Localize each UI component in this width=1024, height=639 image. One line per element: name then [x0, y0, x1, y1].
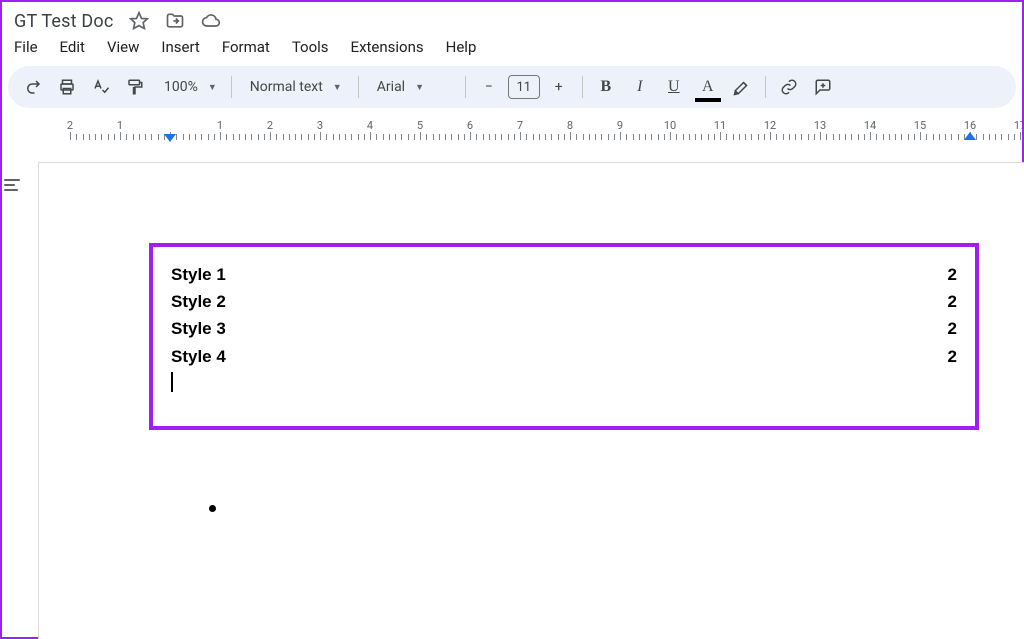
ruler-number: 2 — [267, 119, 273, 132]
toc-row[interactable]: Style 3 2 — [171, 315, 957, 342]
paragraph-style-select[interactable]: Normal text▼ — [240, 79, 350, 95]
left-indent-marker[interactable] — [164, 134, 176, 142]
ruler-number: 1 — [217, 119, 223, 132]
ruler-number: 9 — [617, 119, 623, 132]
toolbar: 100%▼ Normal text▼ Arial▼ − 11 + B I U A — [8, 66, 1016, 108]
font-family-select[interactable]: Arial▼ — [367, 79, 457, 95]
ruler-number: 4 — [367, 119, 373, 132]
toc-page: 2 — [948, 343, 957, 370]
toc-page: 2 — [948, 261, 957, 288]
ruler-number: 16 — [964, 119, 976, 132]
menu-insert[interactable]: Insert — [161, 38, 199, 56]
move-folder-icon[interactable] — [164, 10, 186, 32]
increase-font-size-button[interactable]: + — [544, 72, 574, 102]
font-family-value: Arial — [377, 79, 405, 95]
cloud-status-icon[interactable] — [200, 10, 222, 32]
ruler-number: 6 — [467, 119, 473, 132]
add-comment-button[interactable] — [808, 72, 838, 102]
ruler[interactable]: 211234567891011121314151617 — [2, 114, 1022, 142]
underline-button[interactable]: U — [659, 72, 689, 102]
italic-button[interactable]: I — [625, 72, 655, 102]
page[interactable]: Style 1 2 Style 2 2 Style 3 2 Style 4 2 — [38, 162, 1024, 639]
zoom-select[interactable]: 100%▼ — [154, 79, 223, 95]
toc-row[interactable]: Style 4 2 — [171, 343, 957, 370]
zoom-value: 100% — [164, 79, 198, 95]
ruler-number: 2 — [67, 119, 73, 132]
toc-row[interactable]: Style 1 2 — [171, 261, 957, 288]
menu-view[interactable]: View — [107, 38, 139, 56]
ruler-number: 10 — [664, 119, 676, 132]
separator — [231, 76, 232, 98]
bullet-icon — [209, 505, 216, 512]
menu-bar: File Edit View Insert Format Tools Exten… — [2, 34, 1022, 66]
ruler-number: 14 — [864, 119, 876, 132]
menu-format[interactable]: Format — [222, 38, 270, 56]
separator — [358, 76, 359, 98]
ruler-number: 15 — [914, 119, 926, 132]
toc-title: Style 3 — [171, 315, 226, 342]
ruler-number: 12 — [764, 119, 776, 132]
outline-toggle-icon[interactable] — [4, 176, 20, 194]
toc-title: Style 4 — [171, 343, 226, 370]
bold-button[interactable]: B — [591, 72, 621, 102]
paint-format-button[interactable] — [120, 72, 150, 102]
toc-page: 2 — [948, 288, 957, 315]
ruler-number: 5 — [417, 119, 423, 132]
doc-title[interactable]: GT Test Doc — [14, 11, 114, 32]
menu-file[interactable]: File — [14, 38, 38, 56]
paragraph-style-value: Normal text — [250, 79, 323, 95]
separator — [765, 76, 766, 98]
table-of-contents: Style 1 2 Style 2 2 Style 3 2 Style 4 2 — [171, 261, 957, 370]
toc-title: Style 2 — [171, 288, 226, 315]
right-indent-marker[interactable] — [964, 132, 976, 140]
ruler-number: 3 — [317, 119, 323, 132]
star-icon[interactable] — [128, 10, 150, 32]
ruler-number: 17 — [1014, 119, 1022, 132]
font-size-input[interactable]: 11 — [508, 75, 540, 99]
text-color-button[interactable]: A — [693, 72, 723, 102]
highlight-color-button[interactable] — [727, 72, 757, 102]
spellcheck-button[interactable] — [86, 72, 116, 102]
ruler-number: 13 — [814, 119, 826, 132]
toc-row[interactable]: Style 2 2 — [171, 288, 957, 315]
ruler-number: 8 — [567, 119, 573, 132]
menu-extensions[interactable]: Extensions — [351, 38, 424, 56]
separator — [465, 76, 466, 98]
ruler-number: 11 — [714, 119, 726, 132]
menu-tools[interactable]: Tools — [292, 38, 329, 56]
insert-link-button[interactable] — [774, 72, 804, 102]
selection-highlight: Style 1 2 Style 2 2 Style 3 2 Style 4 2 — [149, 243, 979, 430]
title-bar: GT Test Doc — [2, 2, 1022, 34]
ruler-number: 1 — [117, 119, 123, 132]
print-button[interactable] — [52, 72, 82, 102]
toc-page: 2 — [948, 315, 957, 342]
redo-button[interactable] — [18, 72, 48, 102]
menu-help[interactable]: Help — [446, 38, 477, 56]
menu-edit[interactable]: Edit — [60, 38, 85, 56]
toc-title: Style 1 — [171, 261, 226, 288]
decrease-font-size-button[interactable]: − — [474, 72, 504, 102]
separator — [582, 76, 583, 98]
ruler-number: 7 — [517, 119, 523, 132]
text-cursor — [171, 372, 173, 392]
